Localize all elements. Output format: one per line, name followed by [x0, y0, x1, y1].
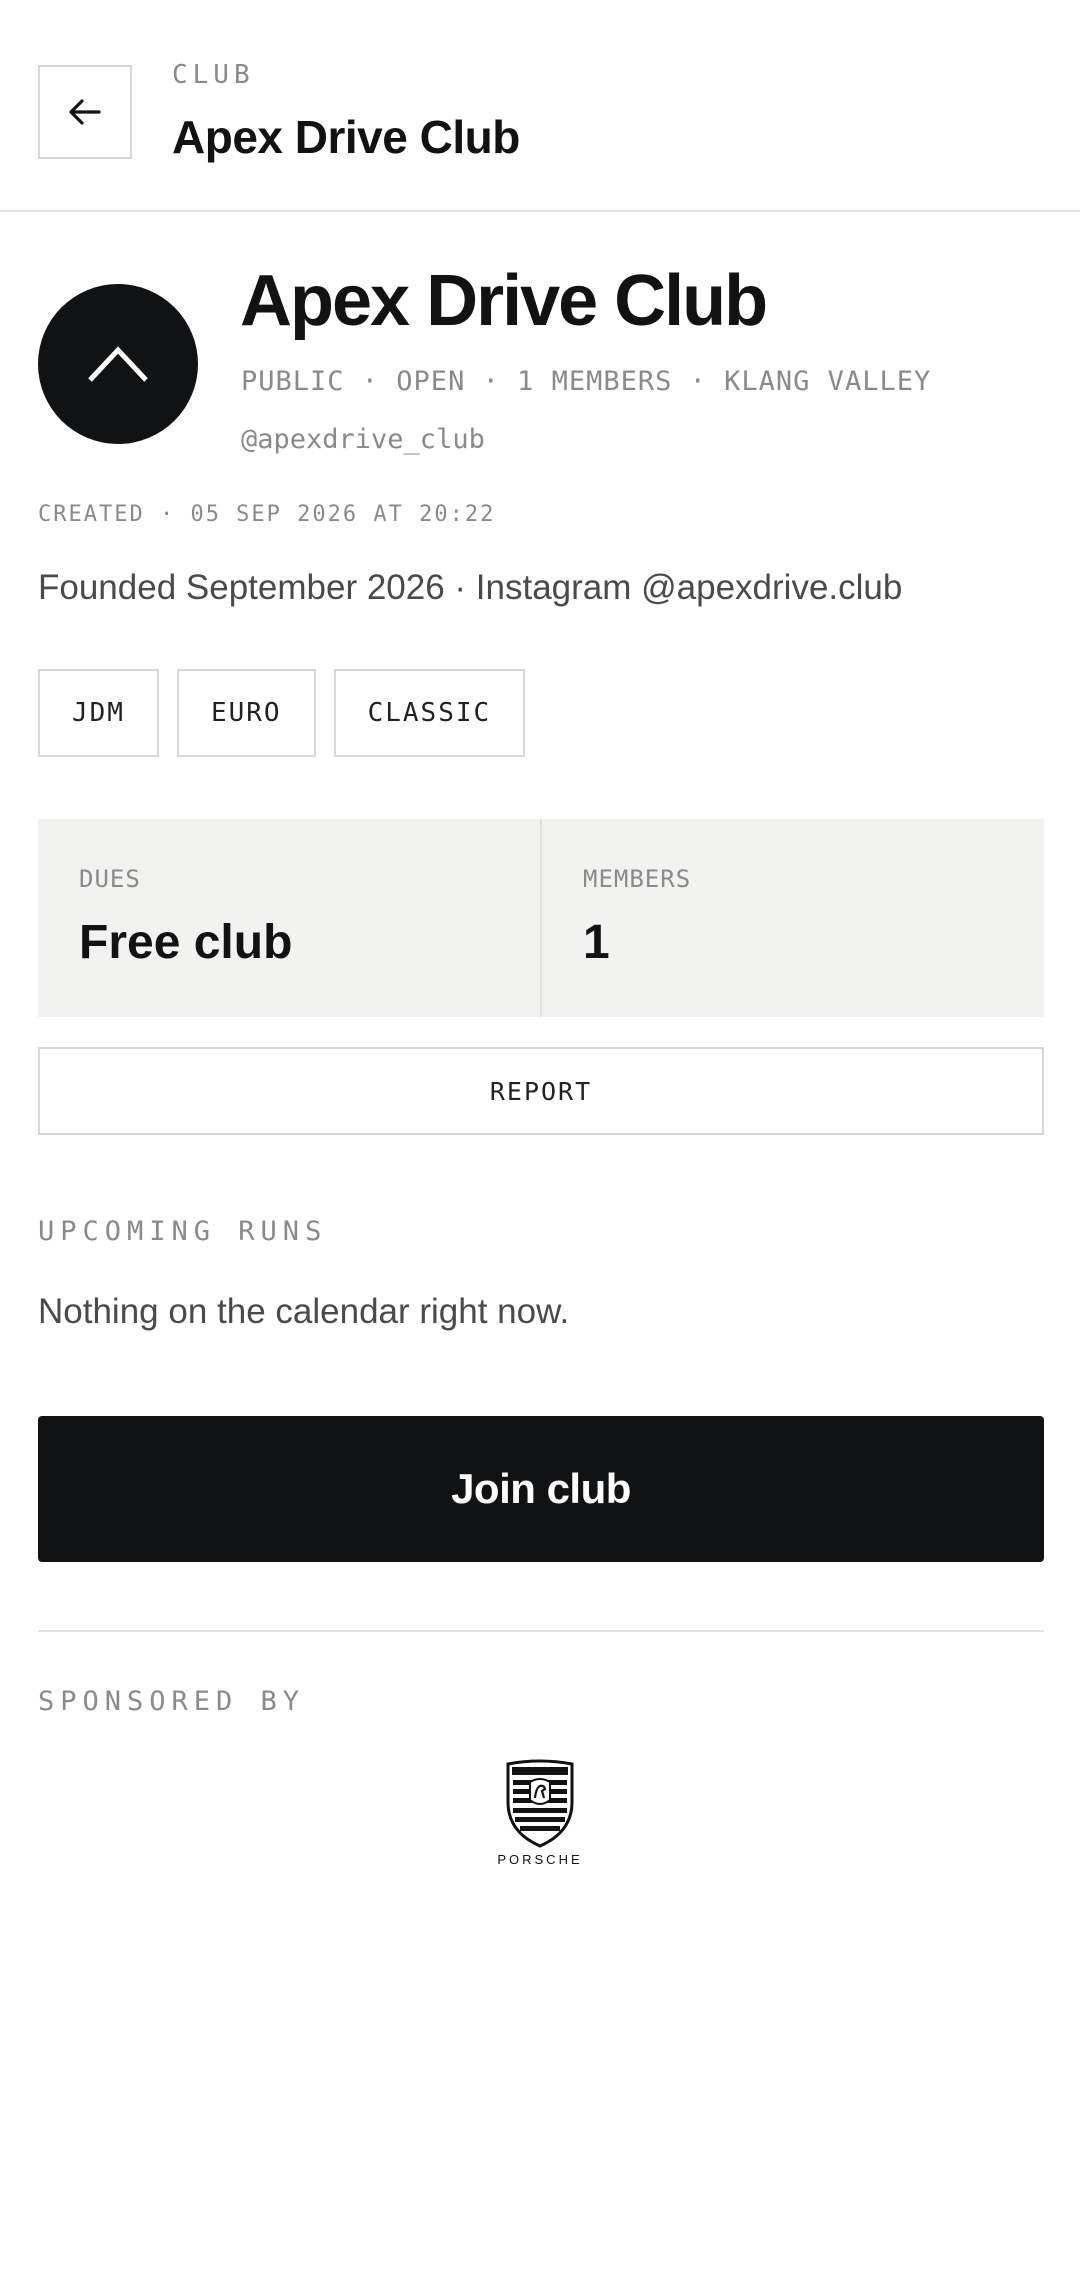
members-stat: MEMBERS 1: [540, 819, 1044, 1017]
stats-panel: DUES Free club MEMBERS 1: [38, 819, 1044, 1017]
club-name: Apex Drive Club: [240, 261, 768, 341]
upcoming-empty-state: Nothing on the calendar right now.: [38, 1292, 570, 1331]
app-header: CLUB Apex Drive Club: [0, 0, 1080, 212]
tag-list: JDM EURO CLASSIC: [38, 669, 526, 757]
arrow-left-icon: [69, 99, 101, 125]
created-timestamp: CREATED · 05 SEP 2026 AT 20:22: [38, 502, 496, 527]
tag-chip[interactable]: CLASSIC: [333, 669, 526, 757]
tag-chip[interactable]: JDM: [38, 669, 159, 757]
members-label: MEMBERS: [583, 865, 692, 893]
page-title: Apex Drive Club: [172, 111, 520, 163]
club-meta: PUBLIC · OPEN · 1 MEMBERS · KLANG VALLEY: [241, 366, 932, 397]
divider: [38, 1630, 1044, 1632]
back-button[interactable]: [38, 65, 132, 159]
porsche-crest-logo: [506, 1759, 574, 1848]
tag-chip[interactable]: EURO: [176, 669, 316, 757]
dues-label: DUES: [79, 865, 141, 893]
upcoming-runs-heading: UPCOMING RUNS: [38, 1216, 328, 1247]
sponsor-logo-porsche[interactable]: PORSCHE: [482, 1758, 598, 1874]
join-club-button[interactable]: Join club: [38, 1416, 1044, 1562]
sponsor-name: PORSCHE: [497, 1852, 583, 1867]
dues-stat: DUES Free club: [38, 819, 540, 1017]
sponsored-by-heading: SPONSORED BY: [38, 1686, 306, 1717]
dues-value: Free club: [79, 916, 293, 969]
club-avatar: [38, 284, 198, 444]
header-kicker: CLUB: [172, 60, 255, 90]
members-value: 1: [583, 916, 610, 969]
club-handle[interactable]: @apexdrive_club: [241, 424, 485, 455]
club-description: Founded September 2026 · Instagram @apex…: [38, 568, 903, 607]
chevron-up-icon: [88, 346, 148, 382]
report-button[interactable]: REPORT: [38, 1047, 1044, 1135]
